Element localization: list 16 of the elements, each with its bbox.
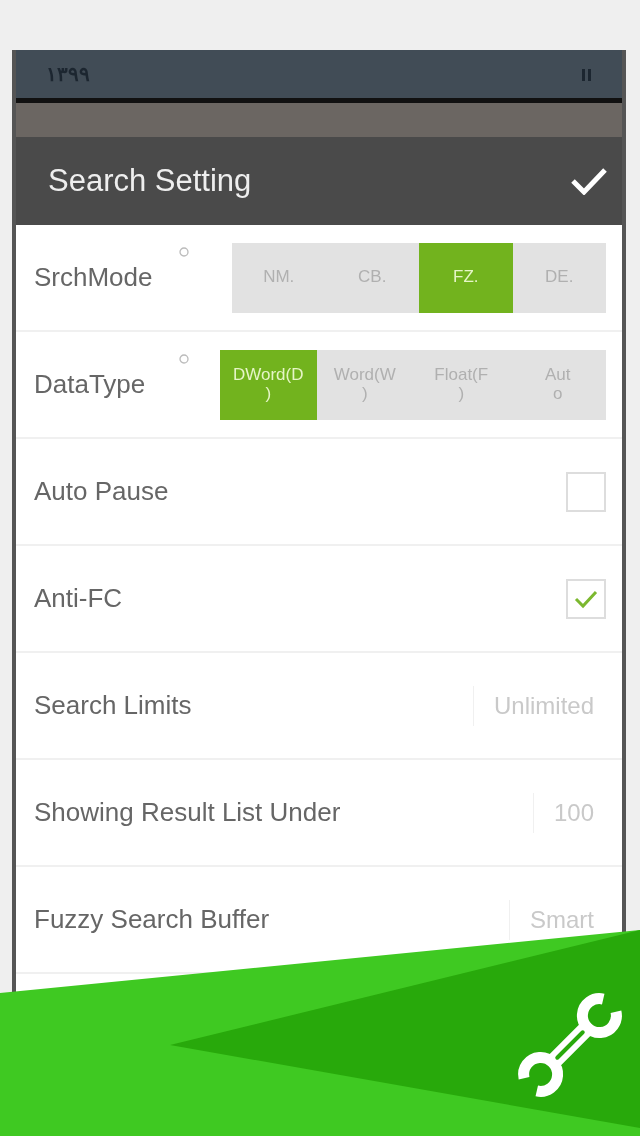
setting-label: Anti-FC xyxy=(34,583,123,614)
checkbox[interactable] xyxy=(566,471,606,512)
setting-label: SrchMode xyxy=(34,262,153,293)
checkbox[interactable] xyxy=(566,578,606,619)
setting-label: Fuzzy Search Buffer xyxy=(34,904,270,935)
setting-label: Auto Pause xyxy=(34,476,169,507)
segment-option[interactable]: FZ. xyxy=(419,242,513,313)
segment-option[interactable]: DWord(D ) xyxy=(220,349,317,420)
checkmark-icon[interactable] xyxy=(570,167,608,195)
setting-label: Search Limits xyxy=(34,690,192,721)
info-icon[interactable] xyxy=(179,354,189,364)
info-icon[interactable] xyxy=(179,247,189,257)
header-title: Search Setting xyxy=(48,163,252,199)
setting-label: Showing Result List Under xyxy=(34,797,341,828)
setting-label: DataType xyxy=(34,369,146,400)
signal-icon xyxy=(582,67,592,81)
